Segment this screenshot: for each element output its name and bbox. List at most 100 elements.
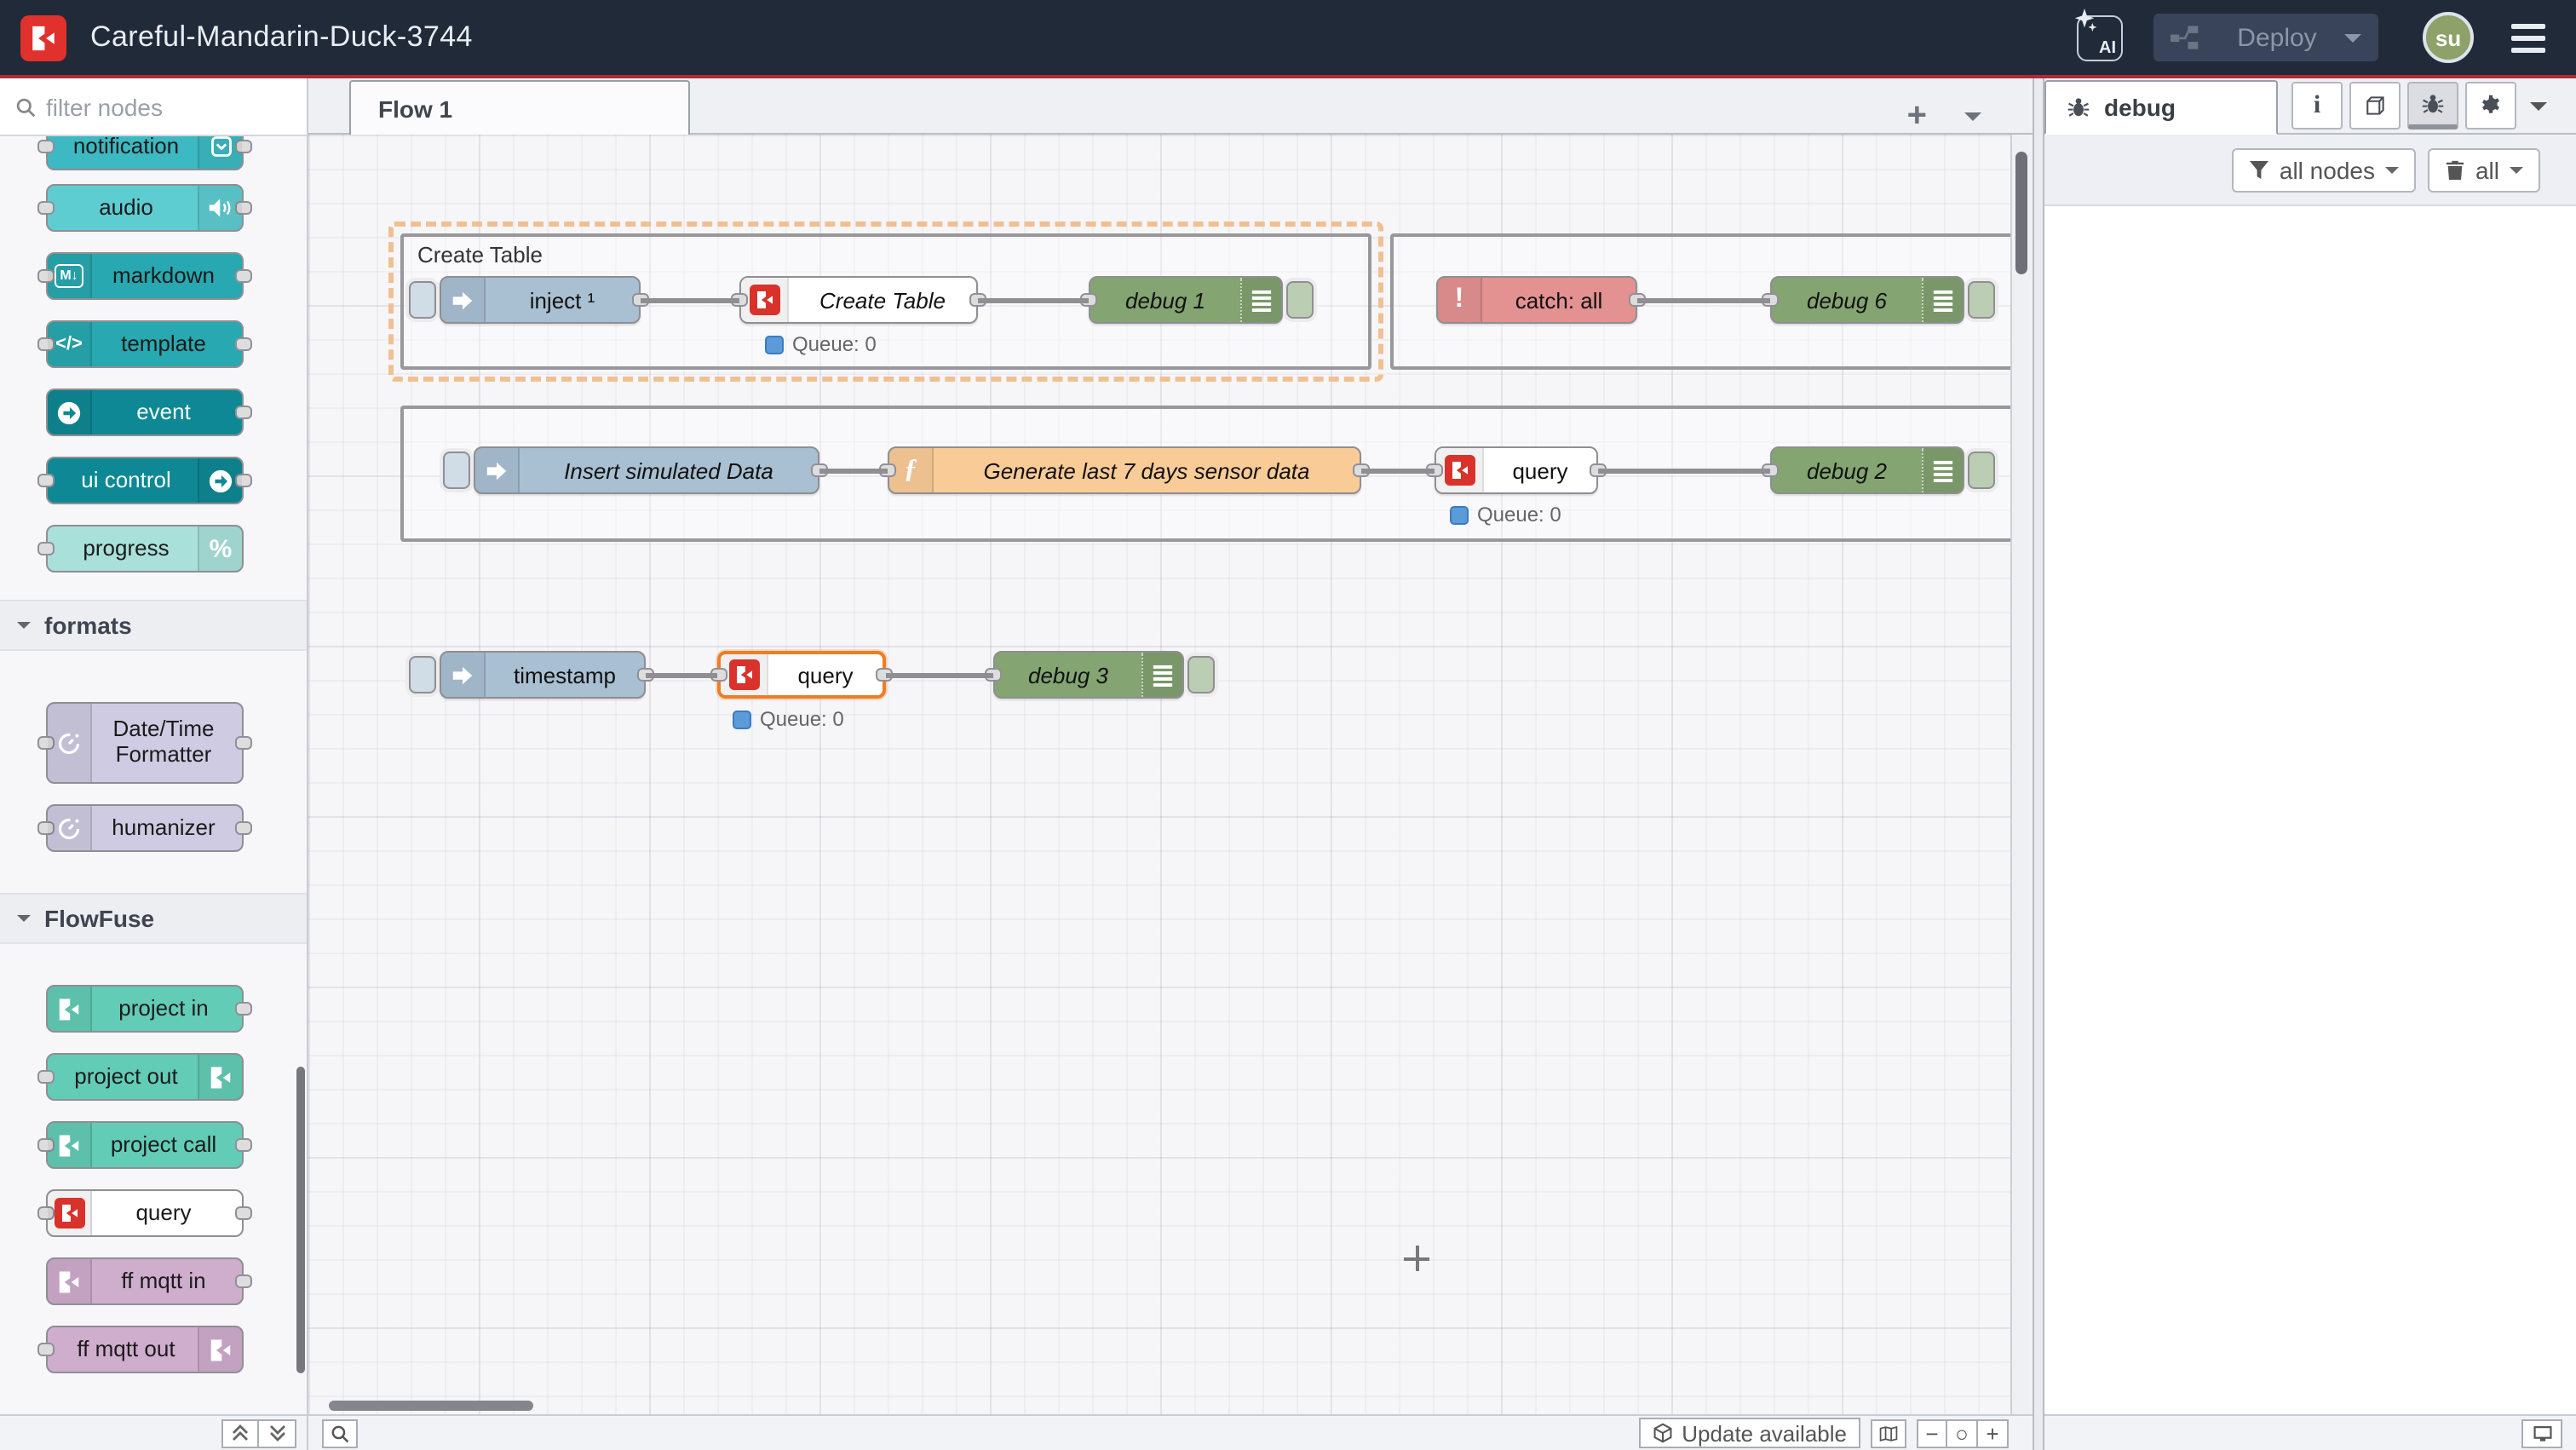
palette-section-formats[interactable]: formats	[0, 600, 307, 651]
input-port[interactable]	[37, 140, 55, 153]
speaker-icon	[198, 186, 242, 230]
canvas-hscroll-thumb[interactable]	[329, 1401, 533, 1411]
palette-node-date-time-formatter[interactable]: Date/Time Formatter	[46, 702, 244, 784]
palette-node-audio[interactable]: audio	[46, 184, 244, 232]
input-port[interactable]	[37, 1070, 55, 1084]
debug-clear-button[interactable]: all	[2428, 147, 2540, 192]
palette-section-flowfuse[interactable]: FlowFuse	[0, 893, 307, 944]
open-window-button[interactable]	[2521, 1418, 2562, 1447]
zoom-out-button[interactable]: −	[1917, 1418, 1947, 1447]
status-label: Queue: 0	[1477, 503, 1561, 526]
wire[interactable]	[819, 468, 888, 473]
palette-node-project-call[interactable]: project call	[46, 1121, 244, 1169]
workspace[interactable]: Create Table inject ¹Create Tabledebug 1…	[308, 135, 2033, 1414]
palette-node-markdown[interactable]: M↓markdown	[46, 252, 244, 300]
palette-filter-input[interactable]	[46, 93, 267, 120]
expand-all-button[interactable]	[259, 1418, 296, 1447]
palette-node-project-out[interactable]: project out	[46, 1053, 244, 1101]
flow-node-query[interactable]: query	[1435, 446, 1598, 494]
flow-node-timestamp[interactable]: timestamp	[440, 651, 646, 699]
output-port[interactable]	[235, 1138, 252, 1152]
help-tab-button[interactable]	[2349, 82, 2401, 129]
palette-node-progress[interactable]: %progress	[46, 525, 244, 573]
palette-node-humanizer[interactable]: humanizer	[46, 804, 244, 852]
output-port[interactable]	[235, 821, 252, 835]
palette-node-query[interactable]: query	[46, 1189, 244, 1237]
wire[interactable]	[1637, 297, 1770, 302]
palette-node-ff-mqtt-in[interactable]: ff mqtt in	[46, 1257, 244, 1305]
wire[interactable]	[646, 672, 717, 677]
zoom-in-button[interactable]: +	[1978, 1418, 2009, 1447]
wire[interactable]	[1598, 468, 1770, 473]
add-flow-button[interactable]: +	[1907, 99, 1927, 133]
debug-toggle-button[interactable]	[1968, 452, 1995, 489]
input-port[interactable]	[37, 201, 55, 215]
debug-toggle-button[interactable]	[1968, 281, 1995, 319]
inject-button[interactable]	[409, 656, 436, 693]
output-port[interactable]	[235, 337, 252, 351]
wire[interactable]	[978, 297, 1089, 302]
node-label: timestamp	[486, 662, 644, 688]
palette-node-ff-mqtt-out[interactable]: ff mqtt out	[46, 1326, 244, 1373]
palette-node-template[interactable]: </>template	[46, 320, 244, 368]
deploy-caret-icon[interactable]	[2344, 33, 2361, 50]
main-menu-button[interactable]	[2511, 23, 2545, 52]
flow-node-catch-all[interactable]: !catch: all	[1436, 276, 1637, 324]
palette-node-event[interactable]: event	[46, 388, 244, 436]
output-port[interactable]	[235, 1002, 252, 1016]
zoom-reset-button[interactable]: ○	[1947, 1418, 1978, 1447]
code-icon: </>	[48, 322, 92, 366]
exclamation-icon: !	[1438, 278, 1482, 322]
palette-node-project-in[interactable]: project in	[46, 985, 244, 1033]
input-port[interactable]	[37, 1343, 55, 1356]
input-port[interactable]	[37, 474, 55, 487]
output-port[interactable]	[235, 1275, 252, 1288]
wire[interactable]	[1361, 468, 1435, 473]
user-avatar[interactable]: su	[2423, 12, 2474, 63]
output-port[interactable]	[235, 736, 252, 750]
section-label: FlowFuse	[44, 905, 154, 932]
flow-node-debug-6[interactable]: debug 6	[1770, 276, 1964, 324]
bell-icon	[198, 136, 242, 169]
tab-flow-1[interactable]: Flow 1	[349, 80, 690, 135]
minimap-button[interactable]	[1871, 1418, 1906, 1447]
info-tab-button[interactable]: i	[2291, 82, 2343, 129]
wire[interactable]	[886, 672, 993, 677]
flow-node-insert-simulated-data[interactable]: Insert simulated Data	[474, 446, 819, 494]
sidebar-splitter[interactable]	[2033, 78, 2044, 1450]
deploy-button[interactable]: Deploy	[2153, 14, 2378, 61]
debug-messages-panel[interactable]	[2044, 206, 2576, 1414]
palette-scrollbar[interactable]	[296, 1067, 305, 1373]
node-label: query	[768, 662, 883, 688]
inject-button[interactable]	[443, 452, 470, 489]
palette-search[interactable]	[0, 78, 307, 136]
ff-white-icon	[48, 1259, 92, 1303]
update-available-button[interactable]: Update available	[1639, 1418, 1860, 1448]
flow-node-debug-2[interactable]: debug 2	[1770, 446, 1964, 494]
sidebar-caret-icon[interactable]	[2530, 101, 2547, 118]
palette-node-ui-control[interactable]: ui control	[46, 457, 244, 504]
flow-list-caret-icon[interactable]	[1964, 112, 1981, 129]
ff-white-icon	[198, 1055, 242, 1099]
wire[interactable]	[641, 297, 739, 302]
flow-node-debug-3[interactable]: debug 3	[993, 651, 1184, 699]
output-port[interactable]	[235, 269, 252, 283]
flow-tabbar: Flow 1 +	[308, 78, 2033, 135]
debug-toggle-button[interactable]	[1187, 656, 1215, 693]
input-port[interactable]	[37, 542, 55, 555]
collapse-all-button[interactable]	[221, 1418, 259, 1447]
output-port[interactable]	[235, 1206, 252, 1220]
config-tab-button[interactable]	[2465, 82, 2516, 129]
debug-filter-button[interactable]: all nodes	[2232, 147, 2416, 192]
canvas-vscroll-track[interactable]	[2010, 135, 2033, 1414]
palette-node-notification[interactable]: notification	[46, 136, 244, 170]
tab-debug[interactable]: debug	[2044, 80, 2278, 135]
output-port[interactable]	[235, 406, 252, 419]
flow-node-generate-last-7-days-sensor-data[interactable]: ƒGenerate last 7 days sensor data	[888, 446, 1361, 494]
node-status: Queue: 0	[1450, 503, 1561, 526]
debug-tab-button[interactable]	[2407, 82, 2458, 129]
canvas-vscroll-thumb[interactable]	[2015, 152, 2027, 274]
flow-node-query[interactable]: query	[717, 651, 886, 699]
ai-assistant-button[interactable]: AI	[2077, 14, 2123, 60]
canvas-search-button[interactable]	[322, 1418, 358, 1447]
